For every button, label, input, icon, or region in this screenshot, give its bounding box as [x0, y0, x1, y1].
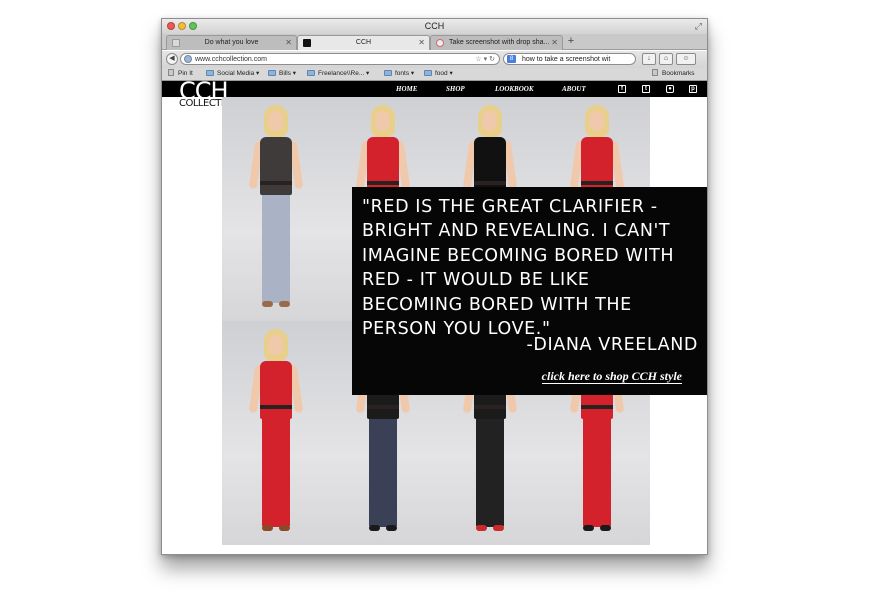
model-shoe — [386, 525, 397, 531]
tab-do-what-you-love[interactable]: Do what you love ✕ — [166, 35, 297, 50]
model-legs — [262, 193, 290, 303]
model-legs — [262, 417, 290, 527]
extension-button[interactable]: ☺ — [676, 53, 696, 65]
navigation-toolbar: ◀ www.cchcollection.com ☆ ▾ ↻ 8 how to t… — [162, 51, 707, 68]
pinterest-icon[interactable]: p — [689, 85, 697, 93]
downloads-button[interactable]: ↓ — [642, 53, 656, 65]
bookmark-label: Pin It — [178, 70, 193, 77]
model-shoe — [493, 525, 504, 531]
folder-icon — [424, 70, 432, 76]
model-shoe — [600, 525, 611, 531]
shop-cch-style-link[interactable]: click here to shop CCH style — [541, 369, 682, 384]
nav-about[interactable]: ABOUT — [562, 81, 586, 97]
dropdown-icon[interactable]: ▾ — [484, 56, 488, 63]
page-favicon-icon — [436, 39, 444, 47]
bookmarks-menu[interactable]: Bookmarks — [652, 68, 695, 80]
quote-author: -DIANA VREELAND — [526, 335, 698, 355]
model-shoe — [262, 301, 273, 307]
close-tab-icon[interactable]: ✕ — [285, 36, 292, 49]
search-input[interactable]: 8 how to take a screenshot wit — [503, 53, 636, 65]
folder-icon — [206, 70, 214, 76]
folder-icon — [384, 70, 392, 76]
url-text: www.cchcollection.com — [195, 56, 267, 63]
model-shoe — [369, 525, 380, 531]
url-tools: ☆ ▾ ↻ — [475, 54, 495, 65]
lookbook-photo[interactable] — [222, 97, 329, 321]
tab-cch[interactable]: CCH ✕ — [297, 35, 430, 50]
folder-icon — [307, 70, 315, 76]
model-legs — [583, 417, 611, 527]
star-icon[interactable]: ☆ — [475, 56, 481, 63]
window-title: CCH — [424, 21, 445, 31]
bookmark-fonts[interactable]: fonts ▾ — [384, 68, 414, 80]
instagram-icon[interactable]: ● — [666, 85, 674, 93]
bookmark-label: Freelance\\Re... — [318, 70, 365, 77]
search-text: how to take a screenshot wit — [522, 56, 611, 63]
model-belt — [581, 405, 613, 409]
bookmarks-icon — [652, 69, 658, 76]
reload-icon[interactable]: ↻ — [489, 56, 495, 63]
bookmark-food[interactable]: food ▾ — [424, 68, 453, 80]
home-button[interactable]: ⌂ — [659, 53, 673, 65]
address-bar[interactable]: www.cchcollection.com ☆ ▾ ↻ — [180, 53, 500, 65]
pin-icon — [168, 69, 174, 76]
model-belt — [260, 405, 292, 409]
tab-bar: Do what you love ✕ CCH ✕ Take screenshot… — [162, 34, 707, 50]
model-face — [589, 111, 604, 131]
model-belt — [367, 405, 399, 409]
bookmarks-bar: Pin It Social Media ▾ Bills ▾ Freelance\… — [162, 68, 707, 81]
model-shoe — [583, 525, 594, 531]
model-belt — [474, 405, 506, 409]
quote-text: "RED IS THE GREAT CLARIFIER - BRIGHT AND… — [362, 197, 675, 340]
lookbook-photo[interactable] — [222, 321, 329, 545]
model-top — [260, 137, 292, 195]
model-face — [375, 111, 390, 131]
minimize-window-button[interactable] — [178, 22, 186, 30]
bookmark-freelance[interactable]: Freelance\\Re... ▾ — [307, 68, 369, 80]
model-legs — [476, 417, 504, 527]
tab-label: Take screenshot with drop sha... — [449, 39, 550, 46]
bookmark-bills[interactable]: Bills ▾ — [268, 68, 296, 80]
title-bar: CCH ⤢ — [162, 19, 707, 34]
browser-window: CCH ⤢ Do what you love ✕ CCH ✕ Take scre… — [161, 18, 708, 555]
nav-home[interactable]: HOME — [396, 81, 417, 97]
model-top — [260, 361, 292, 419]
model-belt — [581, 181, 613, 185]
model-face — [482, 111, 497, 131]
quote-box: "RED IS THE GREAT CLARIFIER - BRIGHT AND… — [352, 187, 707, 395]
zoom-window-button[interactable] — [189, 22, 197, 30]
globe-icon — [184, 55, 192, 63]
tab-take-screenshot[interactable]: Take screenshot with drop sha... ✕ — [430, 35, 563, 50]
bookmark-label: fonts — [395, 70, 410, 77]
close-window-button[interactable] — [167, 22, 175, 30]
model-face — [268, 335, 283, 355]
close-tab-icon[interactable]: ✕ — [418, 36, 425, 49]
facebook-icon[interactable]: f — [618, 85, 626, 93]
bookmarks-menu-label: Bookmarks — [662, 70, 695, 77]
tab-label: CCH — [355, 39, 372, 46]
model-shoe — [262, 525, 273, 531]
model-face — [268, 111, 283, 131]
twitter-icon[interactable]: t — [642, 85, 650, 93]
nav-shop[interactable]: SHOP — [446, 81, 465, 97]
model-belt — [367, 181, 399, 185]
bookmark-label: Social Media — [217, 70, 255, 77]
web-page: HOME SHOP LOOKBOOK ABOUT f t ● p CCH COL… — [162, 79, 707, 554]
close-tab-icon[interactable]: ✕ — [551, 36, 558, 49]
bookmark-label: Bills — [279, 70, 291, 77]
model-legs — [369, 417, 397, 527]
model-shoe — [279, 301, 290, 307]
fullscreen-icon[interactable]: ⤢ — [695, 20, 702, 32]
new-tab-button[interactable]: + — [564, 35, 578, 49]
model-shoe — [476, 525, 487, 531]
tab-label: Do what you love — [204, 39, 259, 46]
folder-icon — [268, 70, 276, 76]
model-shoe — [279, 525, 290, 531]
bookmark-label: food — [435, 70, 448, 77]
nav-lookbook[interactable]: LOOKBOOK — [495, 81, 534, 97]
google-icon: 8 — [507, 55, 516, 63]
model-belt — [474, 181, 506, 185]
model-belt — [260, 181, 292, 185]
back-button[interactable]: ◀ — [166, 53, 178, 65]
